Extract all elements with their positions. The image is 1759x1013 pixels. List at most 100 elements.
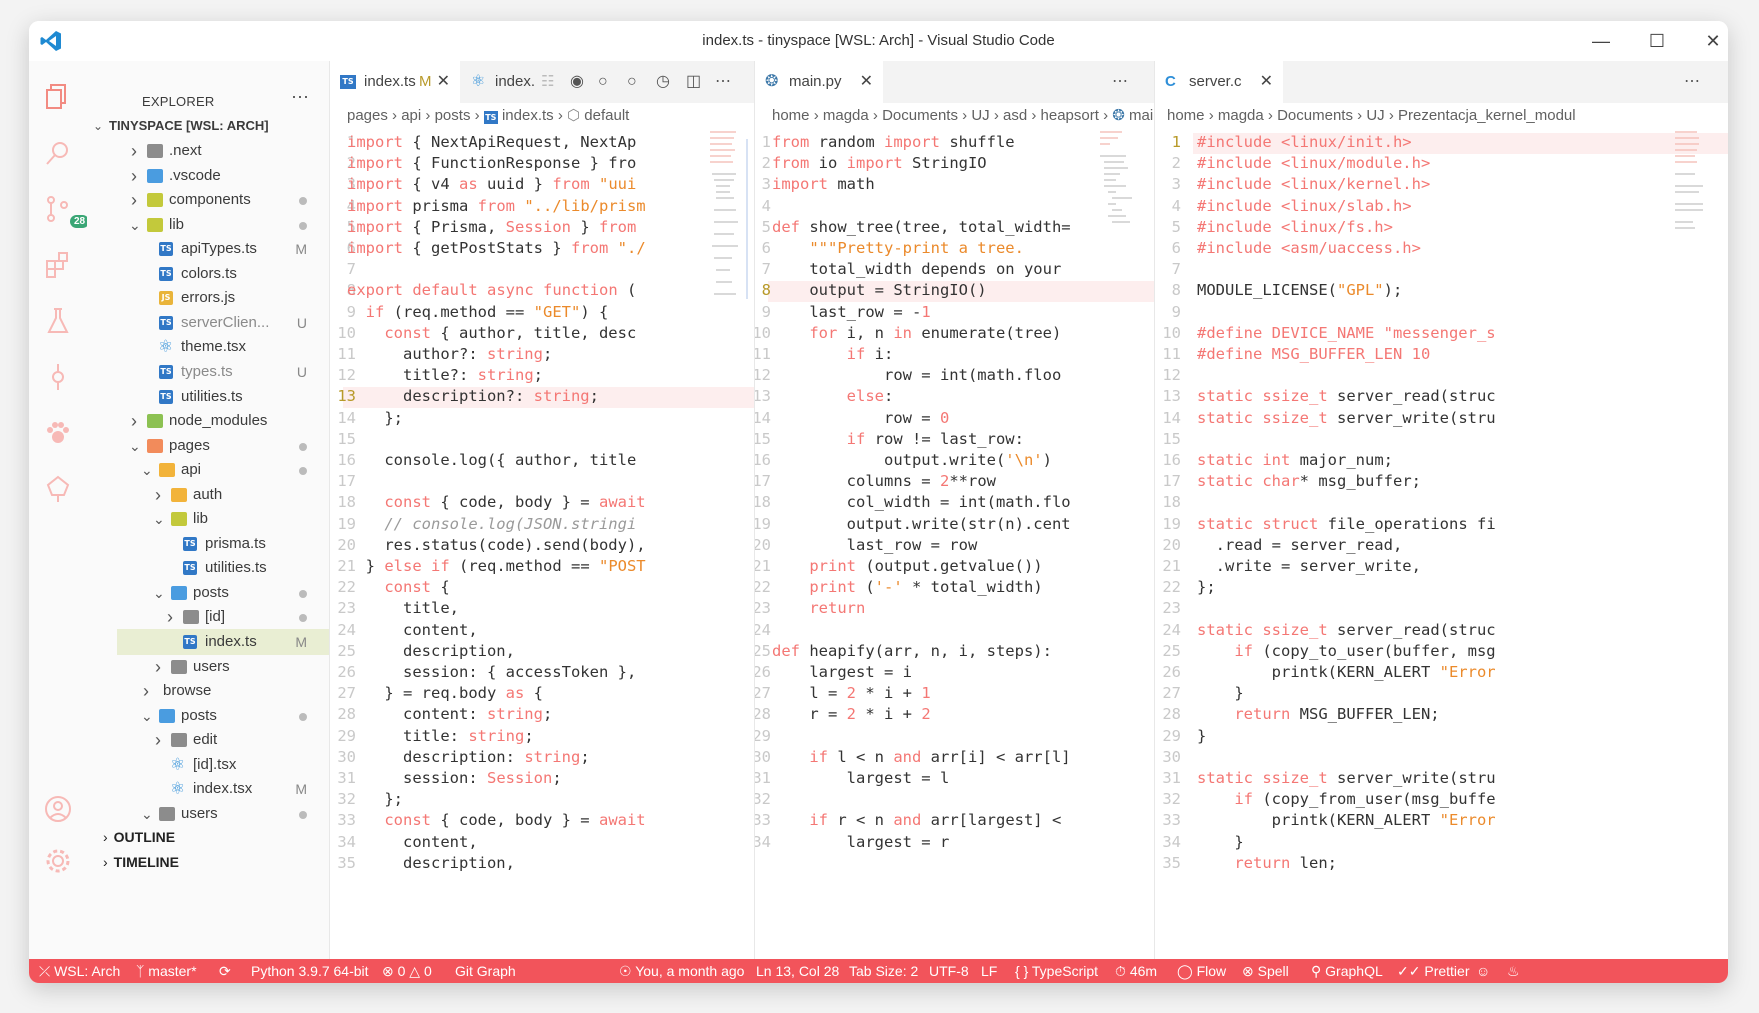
tree-item[interactable]: ⌄ lib [117,506,329,532]
code-editor-2[interactable]: 1 from random import shuffle 2 from io impo… [755,129,1155,959]
git-dot-icon[interactable]: ○ [598,61,608,103]
tab-main-py[interactable]: ❂ main.py ✕ [755,61,883,103]
breadcrumb-item[interactable]: Documents [882,107,958,124]
tree-item[interactable]: ⌄ api [117,457,329,483]
tree-item[interactable]: TS prisma.ts [117,531,329,557]
breadcrumb-item[interactable]: Documents [1277,107,1353,124]
git-next-icon[interactable]: ○ [627,61,637,103]
tree-item[interactable]: › edit [117,727,329,753]
close-tab-icon[interactable]: ✕ [860,61,873,103]
tree-item[interactable]: ⌄ lib [117,212,329,238]
tree-item[interactable]: TS colors.ts [117,261,329,287]
breadcrumb-item[interactable]: pages [347,107,388,124]
tree-item[interactable]: ⚛ [id].tsx [117,752,329,778]
code-editor-1[interactable]: 1 import { NextApiRequest, NextAp 2 import … [330,129,755,959]
explorer-more-icon[interactable]: ⋯ [291,87,309,108]
timeline-section[interactable]: › TIMELINE [103,854,179,870]
breadcrumb-item[interactable]: posts [435,107,471,124]
tree-item[interactable]: › [id] [117,604,329,630]
outline-section[interactable]: › OUTLINE [103,829,175,845]
prettier-indicator[interactable]: ✓✓ Prettier [1397,959,1469,983]
tree-item[interactable]: › components [117,187,329,213]
tree-item[interactable]: › auth [117,482,329,508]
breadcrumb-item[interactable]: home [1167,107,1205,124]
line-ending[interactable]: LF [981,959,997,983]
workspace-root[interactable]: ⌄ TINYSPACE [WSL: ARCH] [87,113,329,139]
tree-item[interactable]: TS serverClien... U [117,310,329,336]
git-blame[interactable]: ☉ You, a month ago [619,959,744,983]
breadcrumb-item[interactable]: api [401,107,421,124]
tree-item[interactable]: ⚛ theme.tsx [117,334,329,360]
code-editor-3[interactable]: 1 #include <linux/init.h> 2 #include <linux… [1155,129,1728,959]
tab-index-ts[interactable]: TS index.ts M ✕ [330,61,460,103]
python-interpreter[interactable]: Python 3.9.7 64-bit [251,959,369,983]
sync-icon[interactable]: ⟳ [219,959,231,983]
tree-item[interactable]: ⌄ users [117,801,329,827]
tree-item[interactable]: › users [117,654,329,680]
close-tab-icon[interactable]: ✕ [1260,61,1273,103]
search-icon[interactable] [42,137,74,169]
breadcrumb-item[interactable]: magda [823,107,869,124]
tree-item[interactable]: › .vscode [117,163,329,189]
breadcrumb-item[interactable]: home [772,107,810,124]
tree-item[interactable]: TS index.ts M [117,629,329,655]
git-commit-icon[interactable] [42,361,74,393]
tree-item[interactable]: › .next [117,138,329,164]
tree-item[interactable]: ⌄ pages [117,433,329,459]
tree-item[interactable]: TS utilities.ts [117,555,329,581]
breadcrumb-item[interactable]: index.ts [502,107,554,124]
notifications-bell-icon[interactable]: ♨ [1507,959,1520,983]
tree-item[interactable]: TS types.ts U [117,359,329,385]
close-tab-icon[interactable]: ✕ [437,61,450,103]
maximize-button[interactable]: ☐ [1642,27,1672,55]
tree-item[interactable]: JS errors.js [117,285,329,311]
account-icon[interactable] [42,793,74,825]
more-actions-icon[interactable]: ⋯ [1112,61,1128,103]
explorer-icon[interactable] [42,81,74,113]
language-mode[interactable]: { } TypeScript [1015,959,1098,983]
minimap-2[interactable] [1100,129,1140,309]
breadcrumb-item[interactable]: UJ [971,107,989,124]
settings-gear-icon[interactable] [42,845,74,877]
git-graph-button[interactable]: Git Graph [455,959,516,983]
tab-index-tsx[interactable]: ⚛ index. ☷ [461,61,557,103]
tree-item[interactable]: › browse [117,678,329,704]
spell-indicator[interactable]: ⊗ Spell [1242,959,1289,983]
split-editor-icon[interactable]: ◫ [686,61,701,103]
feedback-icon[interactable]: ☺ [1476,959,1490,983]
paw-icon[interactable] [42,417,74,449]
breadcrumb-item[interactable]: magda [1218,107,1264,124]
minimap-3[interactable] [1675,129,1715,309]
more-actions-icon[interactable]: ⋯ [1684,61,1700,103]
encoding[interactable]: UTF-8 [929,959,969,983]
breadcrumb-item[interactable]: heapsort [1041,107,1099,124]
testing-icon[interactable] [42,305,74,337]
problems-indicator[interactable]: ⊗ 0 △ 0 [382,959,432,983]
remote-indicator[interactable]: ⤫ WSL: Arch [39,959,120,983]
tree-item[interactable]: TS apiTypes.ts M [117,236,329,262]
flow-indicator[interactable]: ◯ Flow [1177,959,1226,983]
minimap-1[interactable] [710,129,750,309]
tree-item[interactable]: ⌄ posts [117,703,329,729]
extensions-icon[interactable] [42,249,74,281]
breadcrumb-item[interactable]: default [584,107,629,124]
breadcrumb-item[interactable]: UJ [1366,107,1384,124]
tree-item[interactable]: ⌄ posts [117,580,329,606]
branch-indicator[interactable]: ᛉ master* [136,959,197,983]
breadcrumb-item[interactable]: Prezentacja_kernel_modul [1398,107,1576,124]
more-actions-icon[interactable]: ⋯ [715,61,731,103]
cursor-position[interactable]: Ln 13, Col 28 [756,959,839,983]
tab-server-c[interactable]: C server.c ✕ [1155,61,1283,103]
tree-item[interactable]: › node_modules [117,408,329,434]
tree-item[interactable]: ⚛ index.tsx M [117,776,329,802]
minimize-button[interactable]: — [1586,27,1616,55]
time-tracker[interactable]: ⏱ 46m [1115,959,1157,983]
breadcrumb-item[interactable]: asd [1003,107,1027,124]
git-prev-icon[interactable]: ◉ [570,61,584,103]
timeline-icon[interactable]: ◷ [656,61,670,103]
tree-item[interactable]: TS utilities.ts [117,384,329,410]
close-window-button[interactable]: ✕ [1698,27,1728,55]
tree-icon[interactable] [42,473,74,505]
graphql-indicator[interactable]: ⚲ GraphQL [1311,959,1383,983]
source-control-icon[interactable]: 28 [42,193,90,228]
